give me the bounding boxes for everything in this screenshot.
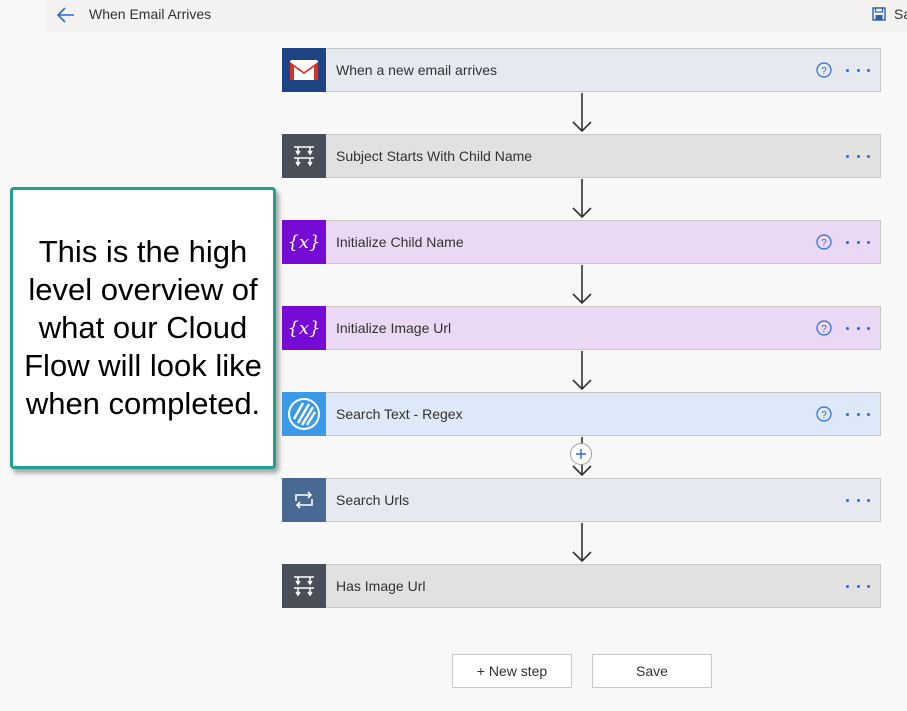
step-label: Search Urls [336,492,410,508]
step-card-variable[interactable]: {x} Initialize Image Url ? [282,305,881,350]
step-card-loop[interactable]: Search Urls [282,477,881,522]
save-button-top[interactable]: Sa [872,4,907,24]
more-options-icon[interactable] [846,234,870,250]
step-card-regex[interactable]: Search Text - Regex ? [282,391,881,436]
step-card-condition[interactable]: Subject Starts With Child Name [282,133,881,178]
more-options-icon[interactable] [846,406,870,422]
step-card-trigger[interactable]: When a new email arrives ? [282,47,881,92]
svg-text:?: ? [821,238,827,249]
insert-step-plus-icon[interactable] [570,443,592,465]
connector-arrow [572,351,592,391]
loop-icon [282,477,326,522]
back-arrow-icon[interactable] [54,3,78,27]
svg-text:{x}: {x} [287,318,320,339]
svg-text:{x}: {x} [287,232,320,253]
flow-title: When Email Arrives [89,6,212,22]
condition-icon [282,133,326,178]
connector-arrow [572,179,592,219]
condition-icon [282,563,326,608]
new-step-button[interactable]: + New step [452,654,572,688]
step-label: Subject Starts With Child Name [336,148,533,164]
callout-text: This is the high level overview of what … [24,234,262,421]
help-icon[interactable]: ? [816,62,832,78]
save-label-top: Sa [894,6,907,22]
step-label: Has Image Url [336,578,426,594]
more-options-icon[interactable] [846,320,870,336]
save-button[interactable]: Save [592,654,712,688]
variable-icon: {x} [282,305,326,350]
help-icon[interactable]: ? [816,234,832,250]
step-label: Initialize Child Name [336,234,464,250]
more-options-icon[interactable] [846,62,870,78]
more-options-icon[interactable] [846,148,870,164]
connector-arrow [572,523,592,563]
help-icon[interactable]: ? [816,406,832,422]
svg-text:?: ? [821,410,827,421]
top-bar: When Email Arrives Sa [46,0,907,32]
svg-text:?: ? [821,66,827,77]
more-options-icon[interactable] [846,492,870,508]
annotation-callout: This is the high level overview of what … [10,187,276,469]
svg-text:?: ? [821,324,827,335]
connector-arrow [572,265,592,305]
connector-arrow [572,93,592,133]
step-label: Initialize Image Url [336,320,452,336]
save-icon [872,7,886,21]
variable-icon: {x} [282,219,326,264]
regex-icon [282,391,326,436]
more-options-icon[interactable] [846,578,870,594]
step-card-condition[interactable]: Has Image Url [282,563,881,608]
step-label: Search Text - Regex [336,406,463,422]
help-icon[interactable]: ? [816,320,832,336]
step-card-variable[interactable]: {x} Initialize Child Name ? [282,219,881,264]
gmail-icon [282,47,326,92]
step-label: When a new email arrives [336,62,498,78]
